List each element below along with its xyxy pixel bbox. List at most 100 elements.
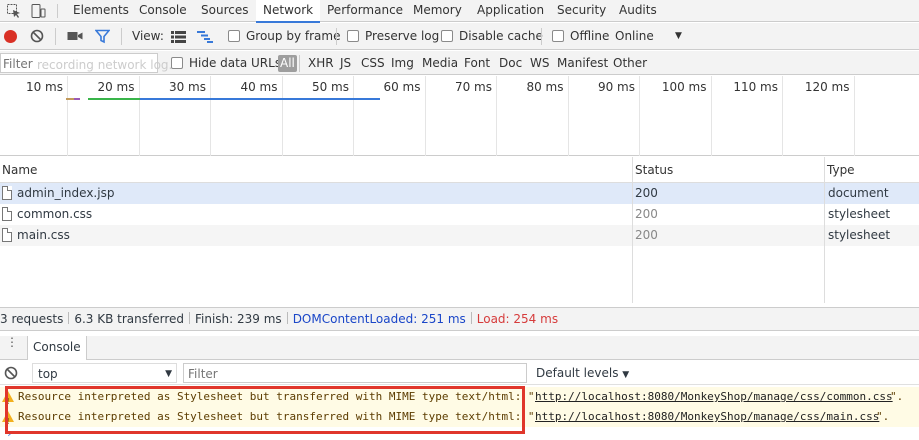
record-icon[interactable]: [4, 30, 17, 43]
request-type: stylesheet: [828, 207, 891, 221]
offline-checkbox[interactable]: Offline: [552, 23, 609, 50]
timeline-tick-line: [567, 76, 569, 156]
timeline-tick-line: [496, 76, 497, 156]
tab-security[interactable]: Security: [557, 0, 606, 22]
timeline-overview[interactable]: 10 ms 20 ms 30 ms 40 ms 50 ms 60 ms 70 ms 80 ms…: [0, 76, 919, 156]
tab-network[interactable]: Network: [256, 0, 321, 23]
request-name: common.css: [17, 207, 93, 221]
console-messages: Resource interpreted as Stylesheet but t…: [0, 385, 919, 440]
toolbar-separator: [121, 28, 122, 45]
warning-icon: [2, 391, 14, 412]
column-header-status[interactable]: Status: [633, 157, 824, 183]
timeline-tick-line: [782, 76, 783, 156]
large-rows-icon[interactable]: [171, 31, 186, 46]
type-filter-manifest[interactable]: Manifest: [557, 51, 608, 75]
drawer-menu-icon[interactable]: ⋮: [6, 336, 18, 348]
timeline-tick-line: [138, 76, 140, 156]
timeline-tick-label: 70 ms: [454, 80, 492, 94]
filter-icon[interactable]: [94, 29, 111, 47]
console-toolbar: top ▼ Filter Default levels ▼: [0, 361, 919, 385]
chevron-down-icon: ▼: [622, 370, 630, 380]
console-warning[interactable]: Resource interpreted as Stylesheet but t…: [0, 407, 919, 432]
network-toolbar: View: Group by frame Preserve log Disabl…: [0, 23, 919, 50]
type-filter-font[interactable]: Font: [464, 51, 490, 75]
warning-text: Resource interpreted as Stylesheet but t…: [18, 390, 535, 403]
document-icon: [2, 186, 12, 200]
type-filter-all[interactable]: All: [278, 55, 297, 72]
log-levels-select[interactable]: Default levels ▼: [536, 361, 629, 387]
type-filter-js[interactable]: JS: [340, 51, 351, 75]
table-row[interactable]: main.css 200 stylesheet: [0, 225, 919, 246]
request-status: 200: [635, 186, 658, 200]
clear-icon[interactable]: [30, 29, 44, 46]
toolbar-separator: [541, 28, 542, 45]
table-row[interactable]: admin_index.jsp 200 document: [0, 183, 919, 204]
warning-link[interactable]: http://localhost:8080/MonkeyShop/manage/…: [535, 407, 879, 427]
summary-transferred: 6.3 KB transferred: [74, 312, 184, 326]
devtools-tabbar: Elements Console Sources Network Perform…: [0, 0, 919, 23]
tab-memory[interactable]: Memory: [413, 0, 462, 22]
disable-cache-label: Disable cache: [459, 29, 543, 43]
timeline-tick-label: 50 ms: [311, 80, 349, 94]
overview-bar-download: [140, 98, 380, 100]
toolbar-separator: [336, 28, 337, 45]
preserve-log-checkbox[interactable]: Preserve log: [347, 23, 439, 50]
tab-audits[interactable]: Audits: [619, 0, 657, 22]
timeline-tick-label: 20 ms: [97, 80, 135, 94]
tab-performance[interactable]: Performance: [327, 0, 403, 22]
column-header-type[interactable]: Type: [825, 157, 919, 183]
timeline-tick-line: [281, 76, 283, 156]
console-filter-input[interactable]: Filter: [183, 363, 527, 383]
timeline-tick-label: 110 ms: [733, 80, 778, 94]
request-status: 200: [635, 207, 658, 221]
group-by-frame-label: Group by frame: [246, 29, 341, 43]
request-name: admin_index.jsp: [17, 186, 115, 200]
tab-application[interactable]: Application: [477, 0, 544, 22]
type-filter-ws[interactable]: WS: [530, 51, 549, 75]
requests-table: Name Status Type admin_index.jsp 200 doc…: [0, 157, 919, 303]
warning-suffix: ".: [890, 390, 904, 403]
filter-input[interactable]: Filter recording network log...: [0, 53, 180, 73]
waterfall-view-icon[interactable]: [197, 31, 213, 46]
type-filter-css[interactable]: CSS: [361, 51, 385, 75]
tab-console[interactable]: Console: [139, 0, 187, 22]
chevron-down-icon: ▼: [675, 31, 682, 41]
column-divider[interactable]: [824, 157, 825, 303]
hide-data-urls-label: Hide data URLs: [189, 56, 282, 70]
timeline-tick-line: [353, 76, 354, 156]
timeline-tick-line: [67, 76, 68, 156]
type-filter-doc[interactable]: Doc: [499, 51, 522, 75]
inspect-element-icon[interactable]: [6, 3, 22, 19]
type-filter-other[interactable]: Other: [613, 51, 647, 75]
clear-console-icon[interactable]: [4, 366, 18, 383]
warning-link[interactable]: http://localhost:8080/MonkeyShop/manage/…: [535, 387, 893, 407]
throttling-select[interactable]: Online ▼: [615, 23, 682, 50]
type-filter-img[interactable]: Img: [391, 51, 414, 75]
stylesheet-icon: [2, 228, 12, 242]
column-header-name[interactable]: Name: [0, 157, 632, 183]
request-name: main.css: [17, 228, 70, 242]
capture-screenshots-icon[interactable]: [67, 30, 83, 45]
console-prompt-icon[interactable]: ›: [6, 428, 13, 440]
filter-separator: [299, 55, 300, 72]
hide-data-urls-checkbox[interactable]: Hide data URLs: [171, 51, 281, 75]
tab-sources[interactable]: Sources: [201, 0, 248, 22]
drawer-tab-console[interactable]: Console: [27, 336, 87, 360]
warning-suffix: ".: [876, 410, 890, 423]
tab-elements[interactable]: Elements: [73, 0, 129, 22]
device-toolbar-icon[interactable]: [30, 3, 46, 19]
type-filter-xhr[interactable]: XHR: [308, 51, 334, 75]
table-row[interactable]: common.css 200 stylesheet: [0, 204, 919, 225]
chevron-down-icon: ▼: [165, 369, 172, 379]
summary-finish: Finish: 239 ms: [195, 312, 282, 326]
group-by-frame-checkbox[interactable]: Group by frame: [228, 23, 340, 50]
type-filter-media[interactable]: Media: [422, 51, 458, 75]
column-divider[interactable]: [632, 157, 633, 303]
context-select[interactable]: top ▼: [32, 363, 177, 383]
drawer-tabbar: ⋮ Console: [0, 336, 919, 360]
filter-toolbar: Filter recording network log... Hide dat…: [0, 51, 919, 75]
filter-placeholder: Filter: [3, 57, 33, 71]
disable-cache-checkbox[interactable]: Disable cache: [441, 23, 543, 50]
timeline-tick-line: [710, 76, 712, 156]
console-warning[interactable]: Resource interpreted as Stylesheet but t…: [0, 387, 919, 412]
